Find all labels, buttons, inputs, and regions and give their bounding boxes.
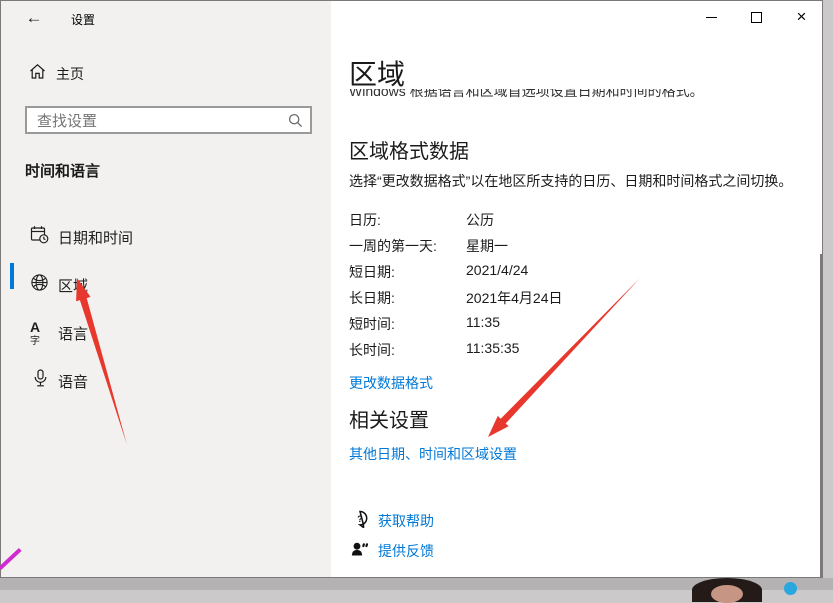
language-icon-a: A xyxy=(30,319,40,335)
regional-format-data-heading: 区域格式数据 xyxy=(349,135,469,164)
minimize-button[interactable] xyxy=(689,1,734,33)
format-row-value: 公历 xyxy=(466,210,494,230)
search-input[interactable] xyxy=(35,110,279,132)
sidebar-item-date-time[interactable]: 日期和时间 xyxy=(1,215,331,255)
window-title: 设置 xyxy=(71,11,95,28)
close-icon: × xyxy=(779,1,824,33)
desktop-background-right xyxy=(823,0,833,590)
search-box[interactable] xyxy=(25,106,312,134)
minimize-icon xyxy=(706,17,717,18)
language-icon: A字 xyxy=(30,319,50,339)
sidebar-section-header: 时间和语言 xyxy=(25,160,100,181)
format-row-label: 日历: xyxy=(349,212,381,228)
format-row-short-date: 短日期: 2021/4/24 xyxy=(349,262,769,282)
change-data-formats-link[interactable]: 更改数据格式 xyxy=(349,373,433,393)
format-row-value: 11:35:35 xyxy=(466,340,519,356)
format-row-label: 短日期: xyxy=(349,264,395,280)
page-intro-clipped-text: Windows 根据语言和区域首选项设置日期和时间的格式。 xyxy=(349,89,769,99)
regional-format-description: 选择“更改数据格式”以在地区所支持的日历、日期和时间格式之间切换。 xyxy=(349,171,819,191)
feedback-person-icon xyxy=(351,540,369,558)
microphone-icon xyxy=(33,369,53,389)
sidebar-item-speech[interactable]: 语音 xyxy=(1,359,331,399)
home-icon xyxy=(29,63,46,80)
format-row-value: 星期一 xyxy=(466,236,508,256)
search-icon[interactable] xyxy=(288,113,303,128)
format-row-long-date: 长日期: 2021年4月24日 xyxy=(349,288,769,308)
sidebar-item-label: 语言 xyxy=(58,323,88,344)
language-icon-zi: 字 xyxy=(30,336,40,347)
sidebar-item-label: 日期和时间 xyxy=(58,227,133,248)
additional-date-time-region-settings-link[interactable]: 其他日期、时间和区域设置 xyxy=(349,444,517,464)
blue-dot-fragment xyxy=(784,582,797,595)
feedback-link[interactable]: 提供反馈 xyxy=(378,541,434,561)
desktop-background-bottom xyxy=(0,578,833,590)
webcam-person-fragment xyxy=(692,578,762,602)
back-button[interactable]: ← xyxy=(19,6,49,30)
format-row-value: 11:35 xyxy=(466,314,500,330)
format-row-label: 一周的第一天: xyxy=(349,238,437,254)
format-row-label: 长日期: xyxy=(349,290,395,306)
sidebar-home-label: 主页 xyxy=(56,64,84,84)
format-row-calendar: 日历: 公历 xyxy=(349,210,769,230)
settings-window: ← 设置 主页 时间和语言 xyxy=(0,0,823,578)
webcam-person-face xyxy=(711,585,743,603)
maximize-icon xyxy=(751,12,762,23)
format-row-label: 长时间: xyxy=(349,342,395,358)
calendar-clock-icon xyxy=(30,225,50,245)
related-settings-heading: 相关设置 xyxy=(349,404,429,433)
sidebar-item-language[interactable]: A字 语言 xyxy=(1,311,331,351)
page-title: 区域 xyxy=(349,53,405,93)
globe-icon xyxy=(30,273,50,293)
close-button[interactable]: × xyxy=(779,1,824,33)
format-row-label: 短时间: xyxy=(349,316,395,332)
scrollbar-thumb[interactable] xyxy=(820,254,822,578)
help-bubble-icon: ? xyxy=(351,510,369,528)
format-row-first-day: 一周的第一天: 星期一 xyxy=(349,236,769,256)
format-row-value: 2021年4月24日 xyxy=(466,288,563,308)
sidebar-item-region[interactable]: 区域 xyxy=(1,263,331,303)
format-row-value: 2021/4/24 xyxy=(466,262,528,278)
sidebar-item-label: 区域 xyxy=(58,275,88,296)
maximize-button[interactable] xyxy=(734,1,779,33)
sidebar-item-label: 语音 xyxy=(58,371,88,392)
get-help-link[interactable]: 获取帮助 xyxy=(378,511,434,531)
format-row-short-time: 短时间: 11:35 xyxy=(349,314,769,334)
svg-text:?: ? xyxy=(357,514,363,524)
format-row-long-time: 长时间: 11:35:35 xyxy=(349,340,769,360)
sidebar: ← 设置 主页 时间和语言 xyxy=(1,1,331,577)
